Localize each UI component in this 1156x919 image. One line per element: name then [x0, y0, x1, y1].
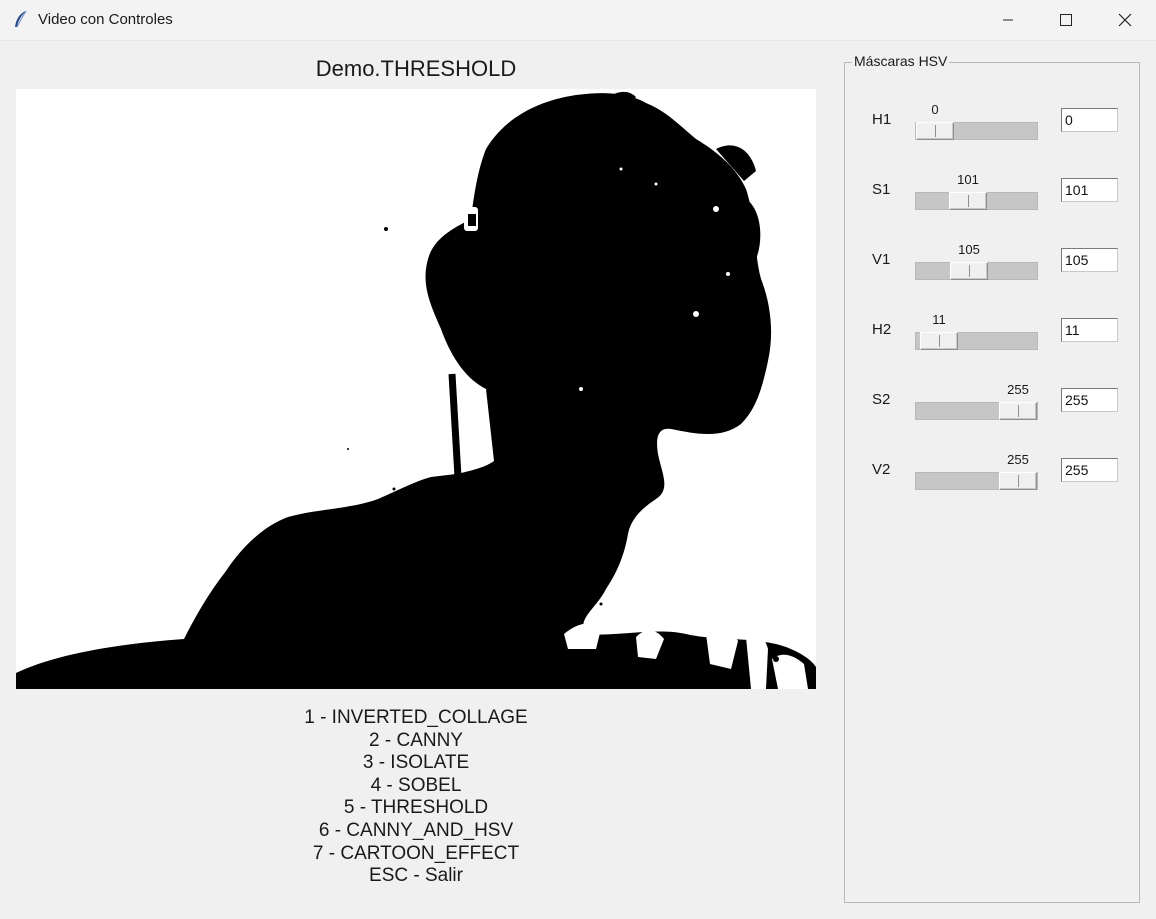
- video-frame: [16, 89, 816, 689]
- close-button[interactable]: [1096, 0, 1154, 40]
- v2-label: V2: [872, 461, 891, 478]
- v1-scale-value: 105: [958, 242, 980, 257]
- v2-entry[interactable]: [1061, 458, 1118, 482]
- s1-entry[interactable]: [1061, 178, 1118, 202]
- mode-menu-list: 1 - INVERTED_COLLAGE 2 - CANNY 3 - ISOLA…: [16, 707, 816, 888]
- s1-slider-knob[interactable]: [949, 192, 987, 210]
- h1-label: H1: [872, 111, 892, 128]
- menu-item: 5 - THRESHOLD: [343, 797, 489, 819]
- h2-label: H2: [872, 321, 892, 338]
- threshold-silhouette: [16, 89, 816, 689]
- minimize-icon: [1002, 14, 1014, 26]
- demo-title: Demo.THRESHOLD: [315, 56, 517, 81]
- s2-label: S2: [872, 391, 891, 408]
- menu-item: 2 - CANNY: [369, 729, 463, 751]
- v1-slider-knob[interactable]: [950, 262, 988, 280]
- menu-item: 3 - ISOLATE: [362, 752, 470, 774]
- maximize-icon: [1060, 14, 1072, 26]
- s2-scale-value: 255: [1007, 382, 1029, 397]
- v1-entry[interactable]: [1061, 248, 1118, 272]
- s2-slider-knob[interactable]: [999, 402, 1037, 420]
- feather-icon: [12, 10, 30, 30]
- s1-slider[interactable]: [915, 192, 1038, 210]
- h2-slider-knob[interactable]: [920, 332, 958, 350]
- h2-slider[interactable]: [915, 332, 1038, 350]
- s2-slider[interactable]: [915, 402, 1038, 420]
- h1-scale-value: 0: [931, 102, 939, 117]
- h2-scale-value: 11: [932, 312, 946, 327]
- menu-item: 1 - INVERTED_COLLAGE: [304, 707, 528, 728]
- v2-slider[interactable]: [915, 472, 1038, 490]
- v1-slider[interactable]: [915, 262, 1038, 280]
- title-bar: Video con Controles: [0, 0, 1156, 41]
- v1-label: V1: [872, 251, 891, 268]
- h1-slider[interactable]: [915, 122, 1038, 140]
- close-icon: [1118, 13, 1132, 27]
- menu-item: 4 - SOBEL: [370, 774, 462, 796]
- menu-item: ESC - Salir: [369, 865, 463, 887]
- h1-slider-knob[interactable]: [916, 122, 954, 140]
- s2-entry[interactable]: [1061, 388, 1118, 412]
- menu-item: 7 - CARTOON_EFFECT: [312, 842, 520, 864]
- menu-item: 6 - CANNY_AND_HSV: [318, 819, 514, 841]
- maximize-button[interactable]: [1037, 0, 1095, 40]
- s1-scale-value: 101: [957, 172, 979, 187]
- hsv-panel-title: Máscaras HSV: [852, 53, 950, 69]
- v2-scale-value: 255: [1007, 452, 1029, 467]
- window-title: Video con Controles: [38, 11, 173, 28]
- s1-label: S1: [872, 181, 891, 198]
- minimize-button[interactable]: [979, 0, 1037, 40]
- h2-entry[interactable]: [1061, 318, 1118, 342]
- v2-slider-knob[interactable]: [999, 472, 1037, 490]
- h1-entry[interactable]: [1061, 108, 1118, 132]
